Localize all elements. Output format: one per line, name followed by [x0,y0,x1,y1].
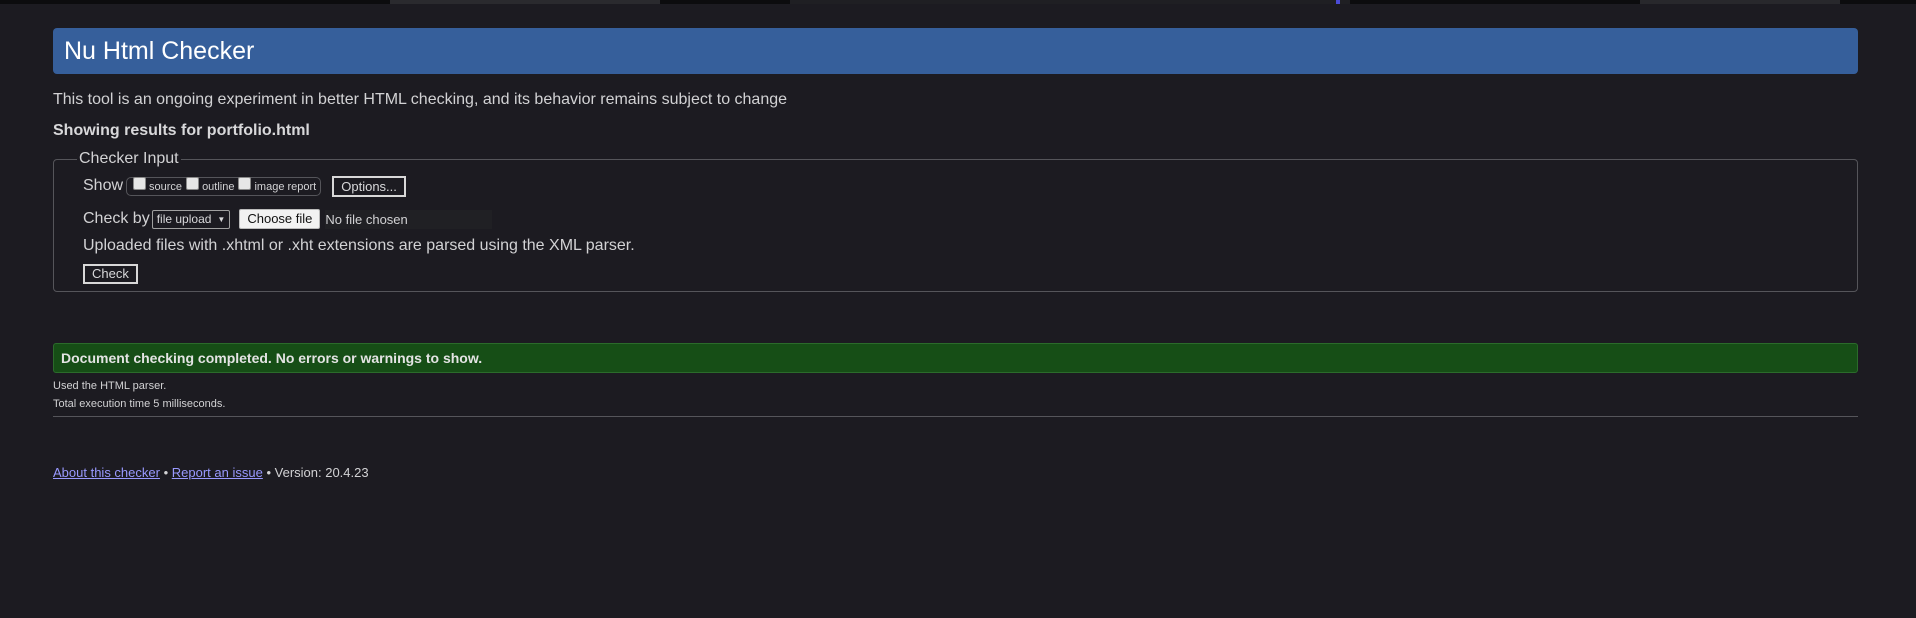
intro-text: This tool is an ongoing experiment in be… [53,91,788,108]
page-title: Nu Html Checker [53,28,1858,74]
dropdown-arrow-icon: ▼ [217,214,226,224]
report-issue-link[interactable]: Report an issue [172,465,263,480]
version-text: Version: 20.4.23 [274,465,369,480]
source-checkbox[interactable] [133,176,147,190]
success-message: Document checking completed. No errors o… [53,343,1858,373]
check-by-label: Check by [83,210,150,227]
page-content: Nu Html Checker This tool is an ongoing … [53,28,1858,480]
show-options-group: source outline image report [126,176,322,196]
browser-top-strip [0,0,1916,4]
choose-file-button[interactable]: Choose file [239,209,321,229]
results-for-heading: Showing results for portfolio.html [53,122,310,139]
check-button-row: Check [83,262,1828,286]
top-strip-accent [1336,0,1340,4]
check-by-select[interactable]: file upload ▼ [151,209,231,229]
top-strip-segment [790,0,1350,4]
outline-checkbox[interactable] [186,176,200,190]
about-checker-link[interactable]: About this checker [53,465,160,480]
image-report-checkbox[interactable] [238,176,252,190]
check-button[interactable]: Check [83,264,138,284]
options-button[interactable]: Options... [332,175,406,197]
parser-note: Used the HTML parser. [53,380,167,392]
execution-time-note: Total execution time 5 milliseconds. [53,398,226,410]
image-report-checkbox-label[interactable]: image report [254,181,316,193]
checker-input-legend: Checker Input [79,150,179,167]
xml-parser-note: Uploaded files with .xhtml or .xht exten… [83,237,635,254]
file-status-text: No file chosen [325,209,492,229]
footer-separator: • [266,465,272,480]
check-by-row: Check by file upload ▼ Choose file No fi… [83,208,1828,230]
checker-input-fieldset: Checker Input Show source outline image … [53,150,1858,292]
footer-separator: • [163,465,169,480]
divider [53,416,1858,417]
footer: About this checker • Report an issue • V… [53,465,1858,480]
check-by-selected-value: file upload [156,212,212,226]
top-strip-segment [390,0,660,4]
source-checkbox-label[interactable]: source [149,181,182,193]
show-row: Show source outline image report Options… [83,174,1828,198]
top-strip-segment [1640,0,1840,4]
xml-note-row: Uploaded files with .xhtml or .xht exten… [83,235,1828,257]
outline-checkbox-label[interactable]: outline [202,181,234,193]
show-label: Show [83,177,124,194]
